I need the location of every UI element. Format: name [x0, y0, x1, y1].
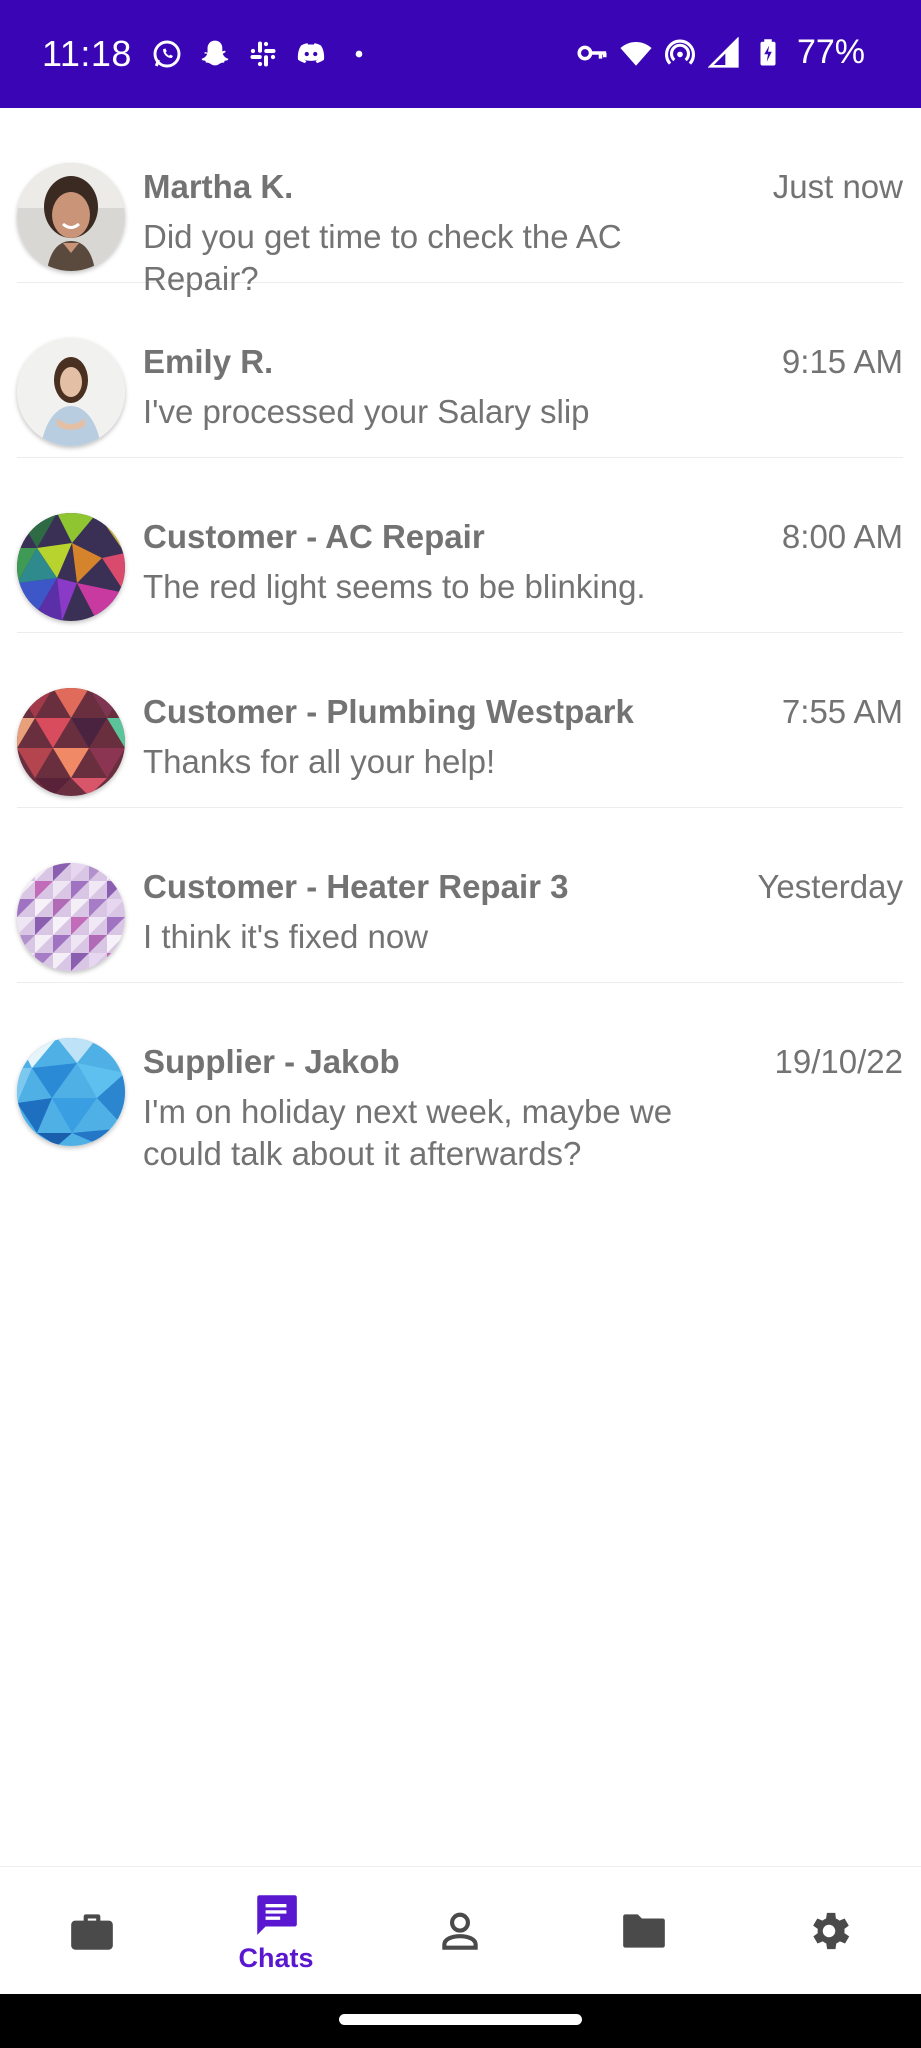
snapchat-icon: [198, 37, 232, 71]
chat-name: Customer - Heater Repair 3: [143, 868, 569, 905]
briefcase-icon: [71, 1914, 113, 1950]
chat-name: Martha K.: [143, 168, 294, 205]
hotspot-icon: [663, 36, 697, 70]
chat-time: 9:15 AM: [781, 343, 903, 380]
bottom-nav: Chats: [0, 1866, 921, 1994]
chat-name: Customer - AC Repair: [143, 518, 485, 555]
chat-row-emily[interactable]: Emily R. 9:15 AM I've processed your Sal…: [17, 283, 903, 458]
chat-row-customer-heater-repair-3[interactable]: Customer - Heater Repair 3 Yesterday I t…: [17, 808, 903, 983]
chat-name: Emily R.: [143, 343, 274, 380]
chat-time: Yesterday: [757, 868, 903, 905]
chat-message: I've processed your Salary slip: [143, 393, 590, 430]
chat-row-martha[interactable]: Martha K. Just now Did you get time to c…: [17, 108, 903, 297]
home-gesture-bar[interactable]: [339, 2014, 582, 2025]
avatar-heater-repair: [17, 863, 125, 971]
system-navigation-area: [0, 1994, 921, 2048]
battery-percent: 77%: [796, 33, 865, 71]
vpn-key-icon: [575, 36, 609, 70]
chat-icon: [257, 1894, 297, 1935]
chat-time: 8:00 AM: [781, 518, 903, 555]
cell-signal-icon: [707, 36, 741, 70]
folder-icon: [623, 1914, 665, 1948]
chat-list: Martha K. Just now Did you get time to c…: [0, 108, 921, 1172]
chat-row-customer-ac-repair[interactable]: Customer - AC Repair 8:00 AM The red lig…: [17, 458, 903, 633]
avatar-plumbing-westpark: [17, 688, 125, 796]
chat-time: 19/10/22: [774, 1043, 903, 1080]
nav-jobs[interactable]: [0, 1867, 184, 1995]
chat-time: 7:55 AM: [781, 693, 903, 730]
nav-settings[interactable]: [737, 1867, 921, 1995]
chat-name: Customer - Plumbing Westpark: [143, 693, 634, 730]
person-icon: [442, 1912, 478, 1950]
status-time: 11:18: [42, 33, 132, 74]
dot-icon: [342, 37, 376, 71]
discord-icon: [294, 37, 328, 71]
avatar-ac-repair: [17, 513, 125, 621]
gear-icon: [813, 1912, 850, 1950]
wifi-icon: [619, 36, 653, 70]
notification-icons: [150, 37, 376, 71]
chat-message: The red light seems to be blinking.: [143, 568, 646, 605]
system-icons: 77%: [575, 33, 865, 72]
nav-files[interactable]: [552, 1867, 736, 1995]
avatar-supplier-jakob: [17, 1038, 125, 1146]
chat-time: Just now: [772, 168, 903, 205]
chat-message: I think it's fixed now: [143, 918, 429, 955]
chat-message: Thanks for all your help!: [143, 743, 496, 780]
battery-charging-icon: [751, 36, 785, 70]
nav-profile[interactable]: [368, 1867, 552, 1995]
whatsapp-icon: [150, 37, 184, 71]
chat-message: I'm on holiday next week, maybe we could…: [143, 1093, 673, 1172]
avatar-martha: [17, 163, 125, 271]
chat-row-supplier-jakob[interactable]: Supplier - Jakob 19/10/22 I'm on holiday…: [17, 983, 903, 1172]
chat-row-customer-plumbing-westpark[interactable]: Customer - Plumbing Westpark 7:55 AM Tha…: [17, 633, 903, 808]
slack-icon: [246, 37, 280, 71]
nav-chats-label: Chats: [238, 1942, 314, 1973]
avatar-emily: [17, 338, 125, 446]
chat-name: Supplier - Jakob: [143, 1043, 400, 1080]
nav-chats[interactable]: Chats: [184, 1867, 368, 1995]
status-bar: 11:18 77%: [0, 0, 921, 108]
